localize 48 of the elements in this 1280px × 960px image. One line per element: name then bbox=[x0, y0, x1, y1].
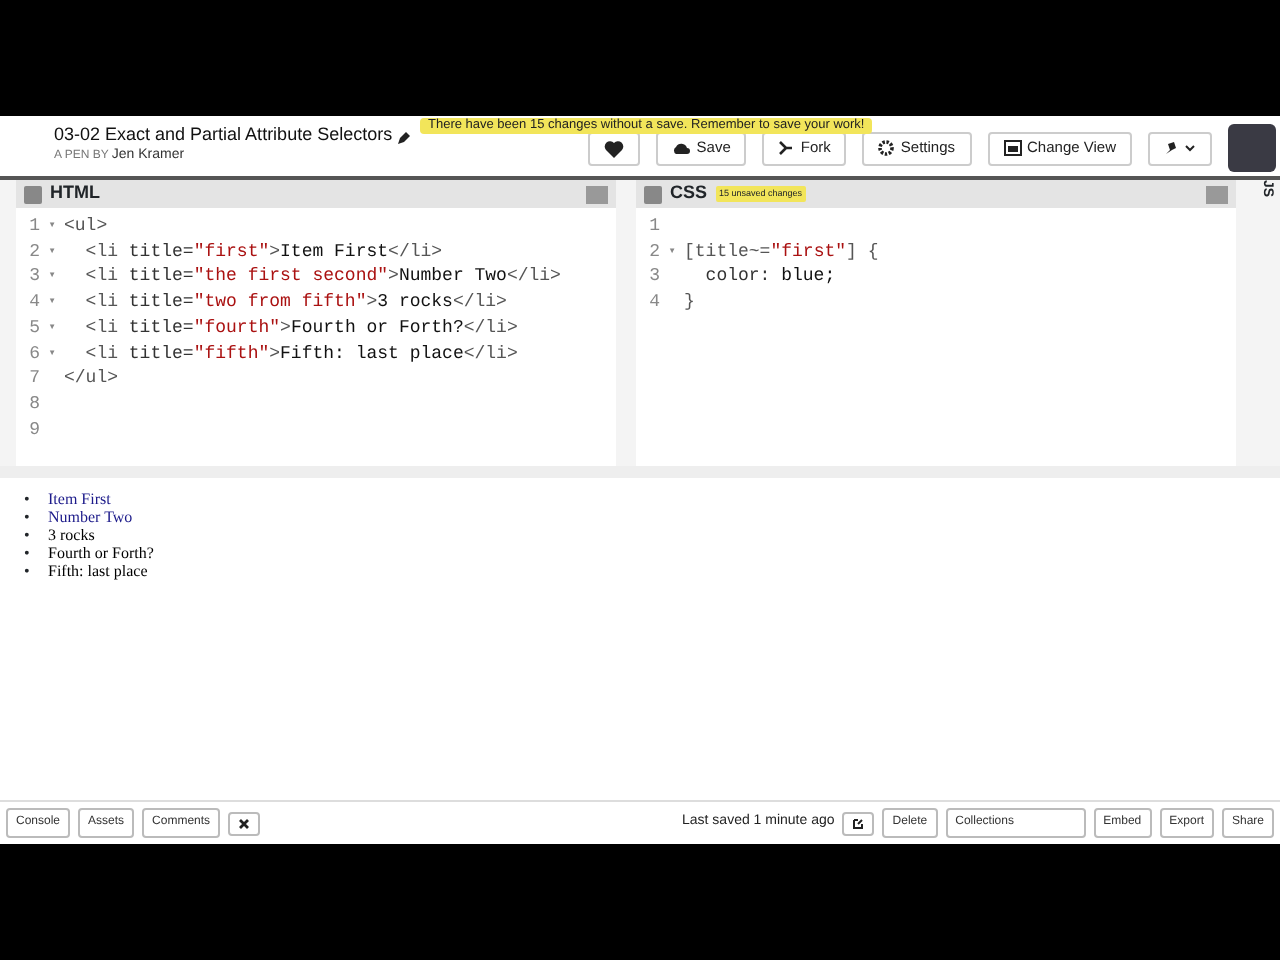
line-number: 4 bbox=[27, 290, 40, 316]
line-number: 9 bbox=[27, 417, 40, 443]
code-line: </ul> bbox=[64, 366, 119, 392]
preview-item: Number Two bbox=[48, 508, 133, 526]
code-line: [title~="first"] { bbox=[684, 239, 879, 265]
editor-title: CSS bbox=[670, 180, 708, 207]
code-line: <ul> bbox=[64, 214, 108, 240]
code-line: <li title="fourth">Fourth or Forth?</li> bbox=[83, 315, 518, 342]
line-number: 4 bbox=[647, 290, 660, 316]
line-number: 5 bbox=[27, 315, 40, 342]
pencil-icon[interactable] bbox=[398, 129, 413, 143]
line-number: 3 bbox=[647, 264, 660, 291]
layout-icon bbox=[1003, 140, 1022, 156]
code-line: <li title="fifth">Fifth: last place</li> bbox=[83, 341, 518, 367]
close-icon bbox=[238, 817, 251, 829]
bullet: • bbox=[24, 562, 32, 580]
bullet: • bbox=[24, 490, 32, 508]
preview-item: Fourth or Forth? bbox=[48, 544, 154, 562]
bullet: • bbox=[24, 508, 32, 526]
line-number: 8 bbox=[27, 391, 40, 418]
line-number: 1 bbox=[647, 214, 660, 240]
line-number: 2 bbox=[647, 239, 660, 265]
pin-icon bbox=[1164, 140, 1196, 156]
preview-item: 3 rocks bbox=[48, 526, 95, 544]
code-line: } bbox=[684, 290, 695, 316]
code-line: <li title="the first second">Number Two</li> bbox=[83, 264, 561, 291]
line-number: 2 bbox=[27, 239, 40, 265]
bullet: • bbox=[24, 544, 32, 562]
cloud-icon bbox=[672, 142, 691, 154]
external-link-button[interactable] bbox=[842, 811, 875, 835]
line-number: 1 bbox=[27, 214, 40, 240]
line-number: 3 bbox=[27, 264, 40, 291]
bullet: • bbox=[24, 526, 32, 544]
preview-item: Item First bbox=[48, 490, 111, 508]
fork-icon bbox=[778, 140, 795, 156]
code-line: color: blue; bbox=[703, 264, 836, 291]
settings-icon bbox=[878, 140, 895, 156]
external-link-icon bbox=[852, 817, 865, 829]
close-button[interactable] bbox=[228, 811, 261, 835]
pen-title: 03-02 Exact and Partial Attribute Selectors bbox=[54, 124, 393, 147]
preview-item: Fifth: last place bbox=[48, 562, 148, 580]
heart-icon bbox=[604, 139, 625, 157]
line-number: 7 bbox=[27, 366, 40, 392]
line-number: 6 bbox=[27, 341, 40, 367]
code-line: <li title="two from fifth">3 rocks</li> bbox=[83, 290, 507, 316]
pin-button[interactable] bbox=[1148, 131, 1212, 165]
editor-title: HTML bbox=[50, 180, 100, 207]
code-line: <li title="first">Item First</li> bbox=[83, 239, 443, 265]
